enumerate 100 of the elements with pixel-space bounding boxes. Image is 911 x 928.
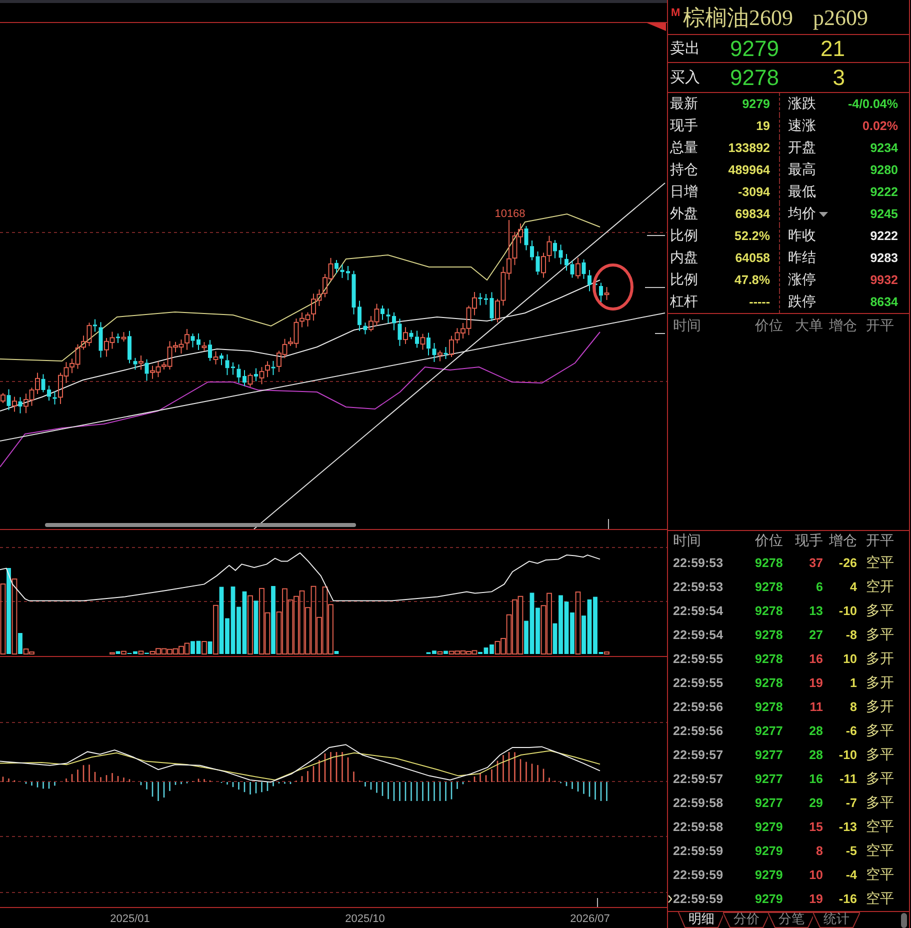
price-cell-text: 9278 <box>755 700 784 714</box>
stat-value: 9932 <box>869 272 898 289</box>
stat-label: 速涨 <box>788 117 816 135</box>
time-cell-text: 22:59:54 <box>673 604 724 618</box>
change-cell: -10 <box>838 748 857 762</box>
type-cell-text: 空平 <box>865 890 895 908</box>
stat-label: 涨停 <box>788 271 816 289</box>
time-cell-text: 22:59:56 <box>673 700 724 714</box>
column-header: 开平 <box>865 317 895 335</box>
type-cell-text: 空开 <box>865 578 895 596</box>
axis-tick-mark <box>644 287 666 288</box>
time-cell-text: 22:59:58 <box>673 796 724 810</box>
cursor-tick-mark <box>597 898 598 908</box>
type-cell-text: 多开 <box>865 674 895 692</box>
volume-cell: 19 <box>809 892 823 906</box>
column-header: 时间 <box>673 532 702 550</box>
type-cell-text: 空平 <box>865 866 895 884</box>
change-cell: -5 <box>846 844 857 858</box>
volume-cell: 28 <box>809 748 823 762</box>
tab[interactable]: 明细 <box>678 912 725 928</box>
order-side-label: 买入 <box>670 68 701 87</box>
stat-value: 9222 <box>869 228 898 245</box>
type-cell-text: 多平 <box>865 602 895 620</box>
change-cell: -4 <box>846 868 857 882</box>
time-cell-text: 22:59:54 <box>673 628 724 642</box>
scrollbar-thumb[interactable] <box>901 913 907 928</box>
volume-cell: 8 <box>816 844 823 858</box>
change-cell: -11 <box>840 772 857 786</box>
price-cell-text: 9279 <box>755 892 784 906</box>
price-cell-text: 9278 <box>755 628 784 642</box>
time-cell-text: 22:59:57 <box>673 772 724 786</box>
type-cell-text: 空平 <box>865 842 895 860</box>
price-cell-text: 9279 <box>755 868 784 882</box>
price-cell-text: 9277 <box>755 724 784 738</box>
stat-label: 最高 <box>788 161 816 179</box>
stat-label: 比例 <box>670 271 699 290</box>
change-cell: -13 <box>838 820 857 834</box>
axis-tick-mark <box>654 333 666 334</box>
change-cell: 8 <box>850 700 857 714</box>
price-cell-text: 9278 <box>755 652 784 666</box>
type-cell-text: 多平 <box>865 746 895 764</box>
type-cell-text: 多平 <box>865 626 895 644</box>
stat-label: 持仓 <box>670 161 699 180</box>
order-volume: 21 <box>820 36 845 62</box>
stat-value: 9234 <box>869 140 898 157</box>
volume-cell: 16 <box>809 652 823 666</box>
stat-label: 跌停 <box>788 293 816 311</box>
stat-value: 47.8% <box>734 272 770 289</box>
time-cell-text: 22:59:56 <box>673 724 724 738</box>
time-cell-text: 22:59:58 <box>673 820 724 834</box>
order-volume: 3 <box>832 64 845 90</box>
time-cell-text: 22:59:59 <box>673 868 724 882</box>
stat-value: 8634 <box>869 294 898 311</box>
stat-value: 69834 <box>734 206 770 223</box>
time-cell-text: 22:59:55 <box>673 676 724 690</box>
column-header: 价位 <box>755 532 784 550</box>
price-cell-text: 9279 <box>755 844 784 858</box>
time-cell-text: 22:59:57 <box>673 748 724 762</box>
column-header: 大单 <box>795 317 823 335</box>
stat-value: ----- <box>748 294 770 311</box>
stat-label: 杠杆 <box>670 293 699 312</box>
caret-icon[interactable] <box>819 212 828 216</box>
stat-label: 最低 <box>788 183 816 201</box>
stat-label: 外盘 <box>670 205 699 224</box>
volume-cell: 37 <box>809 556 823 570</box>
stat-label: 现手 <box>670 117 699 136</box>
change-cell: -26 <box>838 556 857 570</box>
volume-cell: 15 <box>809 820 823 834</box>
stat-value: 0.02% <box>862 118 898 135</box>
stat-value: 64058 <box>734 250 770 267</box>
order-price: 9278 <box>729 64 779 90</box>
corner-marker-icon <box>647 23 666 31</box>
tab[interactable]: 分价 <box>723 912 770 928</box>
stat-value: -4/0.04% <box>846 96 898 113</box>
stat-label: 内盘 <box>670 249 699 268</box>
axis-tick-mark <box>646 235 666 236</box>
stat-label: 涨跌 <box>788 95 816 113</box>
type-cell-text: 多平 <box>865 770 895 788</box>
scrollbar-thumb[interactable] <box>45 523 356 527</box>
column-header: 开平 <box>865 532 895 550</box>
change-cell: -10 <box>838 604 857 618</box>
tab[interactable]: 统计 <box>813 912 860 928</box>
stat-label: 总量 <box>670 139 699 158</box>
volume-cell: 19 <box>809 676 823 690</box>
stat-label: 日增 <box>670 183 699 202</box>
volume-cell: 13 <box>809 604 823 618</box>
price-cell-text: 9277 <box>755 772 784 786</box>
stat-value: 9222 <box>869 184 898 201</box>
peak-price-label: 10168 <box>494 208 526 220</box>
tab[interactable]: 分笔 <box>768 912 815 928</box>
volume-cell: 16 <box>809 772 823 786</box>
change-cell: -7 <box>846 796 857 810</box>
column-header: 增仓 <box>829 532 857 550</box>
date-label: 2025/01 <box>110 913 150 925</box>
column-header: 时间 <box>673 317 702 335</box>
change-cell: 4 <box>850 580 857 594</box>
stat-value: -3094 <box>737 184 770 201</box>
change-cell: -16 <box>838 892 857 906</box>
volume-cell: 28 <box>809 724 823 738</box>
date-label: 2025/10 <box>345 913 385 925</box>
